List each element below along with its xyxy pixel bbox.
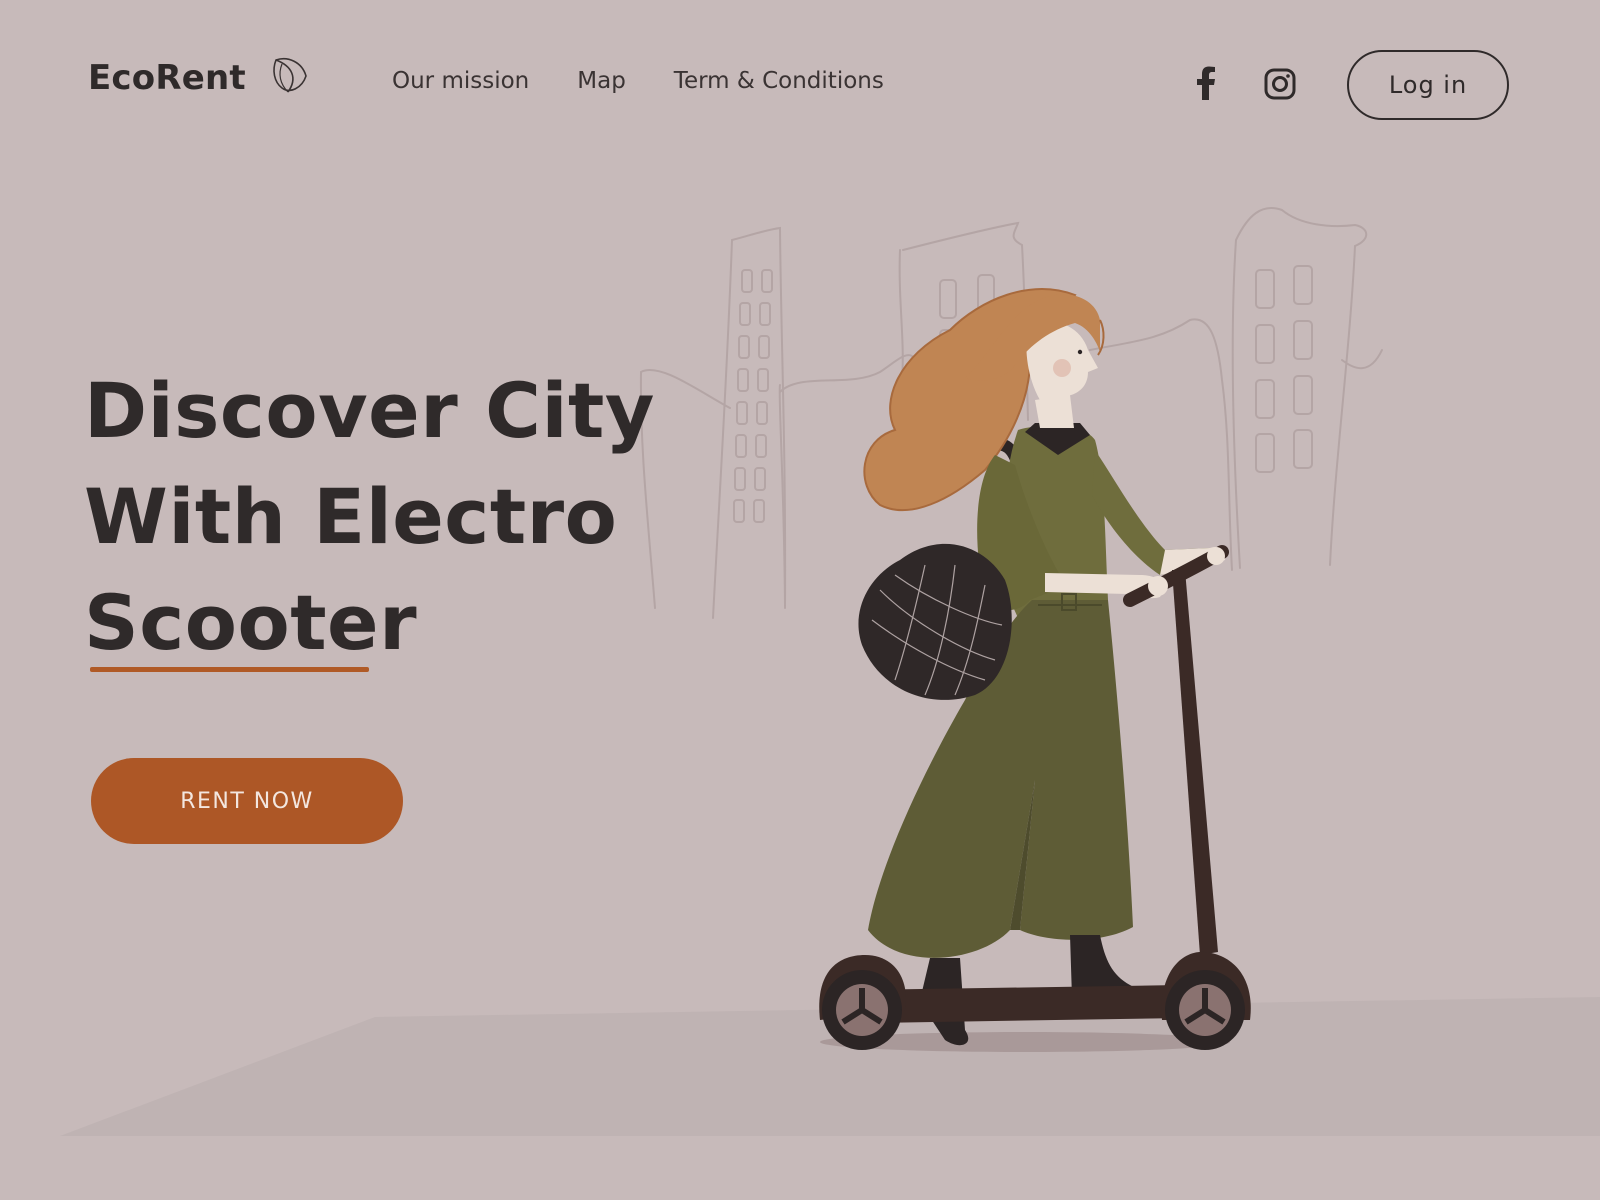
eye <box>1077 349 1083 355</box>
scooter-wheel-front <box>1165 970 1245 1050</box>
main-nav: Our mission Map Term & Conditions <box>392 68 932 94</box>
rent-now-button[interactable]: RENT NOW <box>91 758 403 844</box>
hero-title-line-2: With Electro <box>84 472 618 561</box>
neck <box>1035 395 1074 428</box>
login-button[interactable]: Log in <box>1347 50 1509 120</box>
facebook-icon[interactable] <box>1196 66 1216 100</box>
net-bag <box>858 543 1012 700</box>
nav-item-terms[interactable]: Term & Conditions <box>674 68 884 94</box>
scooter-deck <box>860 985 1185 1023</box>
nav-item-map[interactable]: Map <box>577 68 626 94</box>
hero-title-line-3: Scooter <box>84 578 418 667</box>
landing-page: EcoRent Our mission Map Term & Condition… <box>0 0 1600 1200</box>
nav-item-our-mission[interactable]: Our mission <box>392 68 529 94</box>
cheek <box>1053 359 1071 377</box>
scooter-stem <box>1172 570 1218 955</box>
hero-title-line-1: Discover City <box>84 366 655 455</box>
hand-back <box>1207 547 1225 565</box>
instagram-icon[interactable] <box>1264 68 1296 100</box>
hero-title: Discover City With Electro Scooter <box>84 358 655 676</box>
title-underline <box>90 667 369 672</box>
leaf-icon <box>273 58 307 93</box>
scooter-wheel-rear <box>822 970 902 1050</box>
brand-logo[interactable]: EcoRent <box>88 58 310 98</box>
brand-name: EcoRent <box>88 58 246 98</box>
hand-front <box>1148 576 1168 596</box>
